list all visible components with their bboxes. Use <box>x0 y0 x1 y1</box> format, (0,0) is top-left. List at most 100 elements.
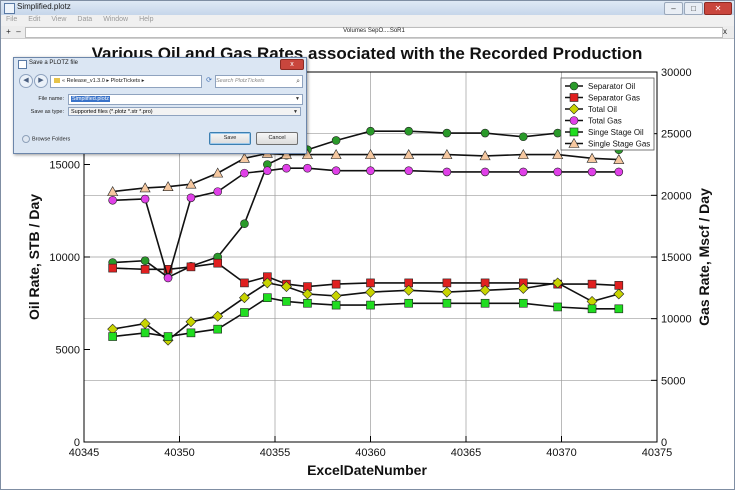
data-point <box>518 298 528 308</box>
data-point <box>185 178 197 189</box>
legend-label: Total Gas <box>588 117 622 126</box>
series-total-oil <box>107 277 625 346</box>
data-point <box>140 328 150 338</box>
data-point <box>366 126 375 136</box>
y-tick-label: 10000 <box>49 252 80 264</box>
data-point <box>441 286 453 298</box>
data-point <box>331 279 341 289</box>
add-tab-button[interactable]: + <box>4 27 13 36</box>
menu-window[interactable]: Window <box>98 15 134 26</box>
chevron-down-icon[interactable]: ▼ <box>293 108 298 117</box>
y2-tick-label: 0 <box>661 437 667 449</box>
data-point <box>212 167 224 178</box>
remove-tab-button[interactable]: – <box>14 27 23 36</box>
menu-help[interactable]: Help <box>134 15 159 26</box>
dialog-app-icon <box>18 60 27 69</box>
breadcrumb: « Release_v1.3.0 ▸ PlotzTickets ▸ <box>62 78 145 84</box>
menu-data[interactable]: Data <box>72 15 98 26</box>
data-point <box>263 166 272 175</box>
data-point <box>263 293 272 302</box>
y-tick-label: 5000 <box>56 345 80 357</box>
close-button[interactable]: ✕ <box>704 2 732 15</box>
y-axis-label: Oil Rate, STB / Day <box>26 194 42 320</box>
refresh-icon[interactable]: ⟳ <box>204 75 214 86</box>
data-point <box>108 263 117 273</box>
legend-label: Separator Gas <box>588 94 640 103</box>
save-type-value: Supported files (*.plotz *.str *.pro) <box>71 109 153 115</box>
window-controls: – □ ✕ <box>663 2 732 15</box>
data-point <box>614 167 624 177</box>
data-point <box>587 279 597 289</box>
data-point <box>518 132 528 142</box>
data-point <box>282 163 291 173</box>
legend-marker <box>569 81 579 91</box>
data-point <box>186 262 196 272</box>
data-point <box>239 292 250 304</box>
data-point <box>404 126 414 136</box>
data-point <box>587 167 597 177</box>
data-point <box>213 258 222 268</box>
forward-arrow-icon[interactable]: ▶ <box>34 74 48 88</box>
data-point <box>404 298 414 308</box>
data-point <box>553 128 562 138</box>
x-tick-label: 40350 <box>164 447 195 459</box>
file-name-field[interactable]: Simplified.plotz ▼ <box>68 94 303 105</box>
series-singe-stage-oil <box>108 293 624 341</box>
x-tick-label: 40370 <box>546 447 577 459</box>
back-arrow-icon[interactable]: ◀ <box>19 74 33 88</box>
y-tick-label: 0 <box>74 437 80 449</box>
legend-marker <box>569 93 579 102</box>
series-total-gas <box>108 163 624 283</box>
save-button[interactable]: Save <box>209 132 251 145</box>
data-point <box>240 219 249 228</box>
chevron-down-icon[interactable]: ▼ <box>295 95 300 104</box>
series-separator-gas <box>108 258 624 291</box>
browse-folders-toggle[interactable]: Browse Folders <box>22 135 70 143</box>
maximize-button[interactable]: □ <box>684 2 703 15</box>
address-bar[interactable]: « Release_v1.3.0 ▸ PlotzTickets ▸ <box>50 75 202 88</box>
menu-file[interactable]: File <box>1 15 23 26</box>
dialog-close-button[interactable]: x <box>280 59 304 70</box>
y2-tick-label: 30000 <box>661 67 692 79</box>
search-placeholder: Search PlotzTickets <box>216 78 265 84</box>
y2-tick-label: 25000 <box>661 129 692 141</box>
menu-edit[interactable]: Edit <box>23 15 46 26</box>
menu-view[interactable]: View <box>46 15 72 26</box>
y2-tick-label: 10000 <box>661 314 692 326</box>
data-point <box>186 328 196 338</box>
tab-close-icon[interactable]: x <box>723 27 727 36</box>
data-point <box>163 332 173 341</box>
cancel-button[interactable]: Cancel <box>256 132 298 145</box>
legend-label: Separator Oil <box>588 82 635 91</box>
data-point <box>613 288 625 300</box>
save-type-select[interactable]: Supported files (*.plotz *.str *.pro) ▼ <box>68 107 301 116</box>
folder-icon <box>54 78 60 84</box>
data-point <box>331 136 341 145</box>
data-point <box>108 332 117 341</box>
tab-volumes[interactable]: Volumes SepO....SoR1 <box>25 27 723 38</box>
data-point <box>587 304 597 314</box>
legend: Separator Oil Separator Gas Total Oil Total… <box>560 77 655 151</box>
data-point <box>404 166 414 175</box>
data-point <box>186 193 196 203</box>
data-point <box>442 167 452 177</box>
data-point <box>366 278 375 288</box>
file-name-label: File name: <box>38 96 64 102</box>
data-point <box>480 167 490 177</box>
legend-label: Singe Stage Oil <box>588 128 644 137</box>
data-point <box>480 128 490 138</box>
data-point <box>213 187 222 196</box>
data-point <box>614 304 624 314</box>
data-point <box>212 310 224 322</box>
expand-icon <box>22 135 30 143</box>
data-point <box>108 195 117 205</box>
data-point <box>518 167 528 177</box>
data-point <box>442 298 452 308</box>
tab-label: Volumes SepO....SoR1 <box>343 28 405 34</box>
save-type-label: Save as type: <box>30 109 64 115</box>
search-input[interactable]: Search PlotzTickets ⌕ <box>215 75 303 88</box>
data-point <box>163 273 173 283</box>
save-dialog: Save a PLOTZ file x ◀ ▶ « Release_v1.3.0… <box>13 57 307 154</box>
minimize-button[interactable]: – <box>664 2 683 15</box>
data-point <box>282 297 291 306</box>
